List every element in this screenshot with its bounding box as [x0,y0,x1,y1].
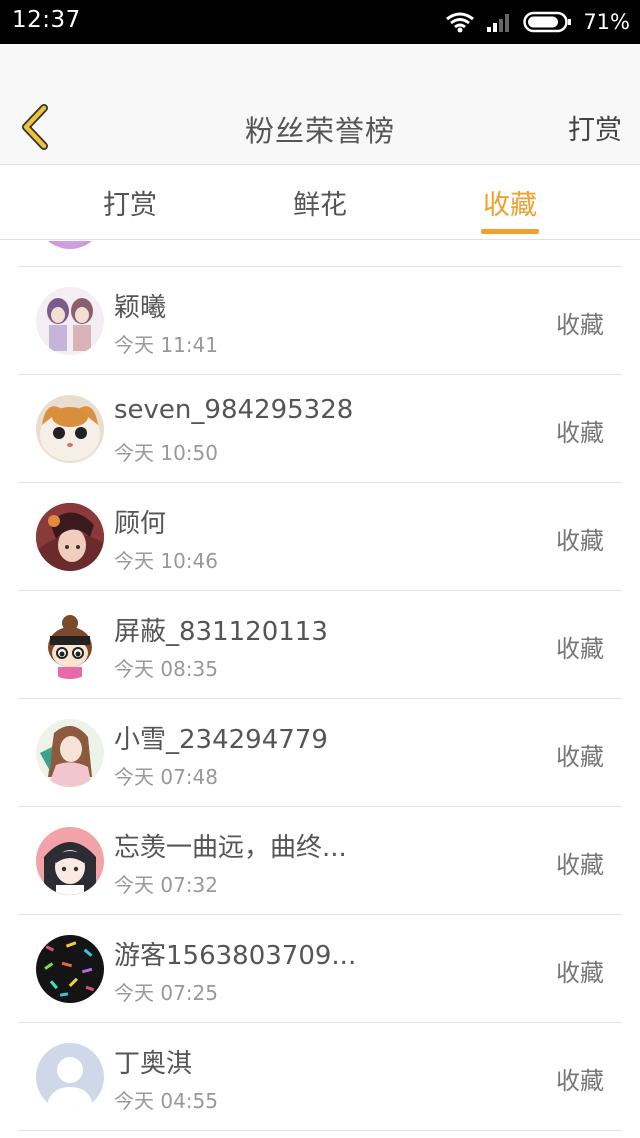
tab-flowers[interactable]: 鲜花 [250,165,390,240]
battery-text: 71% [583,10,630,34]
battery-icon [523,11,572,33]
user-name: 屏蔽_831120113 [114,617,328,647]
fan-list[interactable]: 颖曦 今天 11:41 收藏 seven_984295328 今天 10:50 … [18,241,622,1138]
wifi-icon [446,12,475,33]
avatar [36,827,104,895]
list-item[interactable]: 屏蔽_831120113 今天 08:35 收藏 [18,591,622,699]
action-label: 收藏 [556,419,604,447]
action-label: 收藏 [556,1067,604,1095]
user-name: seven_984295328 [114,395,354,425]
list-item[interactable]: seven_984295328 今天 10:50 收藏 [18,375,622,483]
avatar [36,395,104,463]
action-label: 收藏 [556,527,604,555]
avatar [36,719,104,787]
timestamp: 今天 10:46 [114,549,218,573]
user-name: 小雪_234294779 [114,725,328,755]
list-item[interactable]: 游客1563803709... 今天 07:25 收藏 [18,915,622,1023]
user-name: 颖曦 [114,293,167,323]
avatar [36,935,104,1003]
timestamp: 今天 07:32 [114,873,218,897]
list-item[interactable]: 丁奥淇 今天 04:55 收藏 [18,1023,622,1131]
status-time: 12:37 [12,7,81,33]
action-label: 收藏 [556,311,604,339]
status-bar: 12:37 71% [0,0,640,44]
avatar [36,611,104,679]
user-name: 丁奥淇 [114,1049,193,1079]
list-item[interactable]: 忘羡一曲远，曲终... 今天 07:32 收藏 [18,807,622,915]
tab-bar: 打赏 鲜花 收藏 [0,165,640,240]
timestamp: 今天 08:35 [114,657,218,681]
signal-icon [487,14,510,32]
avatar [36,503,104,571]
avatar [36,287,104,355]
avatar [36,1043,104,1111]
status-icons: 71% [445,7,630,37]
action-label: 收藏 [556,959,604,987]
user-name: 顾何 [114,509,167,539]
list-item[interactable]: 颖曦 今天 11:41 收藏 [18,267,622,375]
page-title: 粉丝荣誉榜 [244,114,395,148]
timestamp: 今天 07:25 [114,981,218,1005]
timestamp: 今天 10:50 [114,441,218,465]
list-item[interactable]: 小雪_234294779 今天 07:48 收藏 [18,699,622,807]
tab-reward[interactable]: 打赏 [60,165,200,240]
list-item-partial [18,241,622,267]
timestamp: 今天 11:41 [114,333,218,357]
timestamp: 今天 07:48 [114,765,218,789]
timestamp: 今天 04:55 [114,1089,218,1113]
action-label: 收藏 [556,851,604,879]
user-name: 游客1563803709... [114,941,357,971]
user-name: 忘羡一曲远，曲终... [114,833,347,863]
active-tab-indicator [481,229,539,234]
action-label: 收藏 [556,635,604,663]
header: 粉丝荣誉榜 打赏 [0,44,640,165]
list-item[interactable]: 顾何 今天 10:46 收藏 [18,483,622,591]
action-label: 收藏 [556,743,604,771]
reward-button[interactable]: 打赏 [568,108,622,147]
avatar [36,241,104,249]
